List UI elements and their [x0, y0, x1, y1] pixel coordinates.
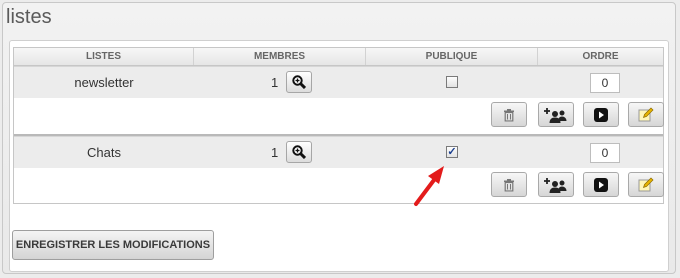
edit-icon — [638, 177, 654, 191]
play-button[interactable] — [583, 172, 619, 197]
play-button[interactable] — [583, 102, 619, 127]
header-lists: LISTES — [14, 48, 194, 65]
order-input[interactable]: 0 — [590, 143, 620, 163]
delete-button[interactable] — [491, 172, 527, 197]
row-actions — [14, 168, 664, 202]
page-title: listes — [6, 6, 52, 28]
trash-icon — [504, 178, 514, 191]
zoom-icon — [292, 75, 306, 89]
header-public: PUBLIQUE — [366, 48, 538, 65]
red-arrow-annotation — [414, 166, 444, 206]
lists-table: LISTES MEMBRES PUBLIQUE ORDRE newsletter… — [13, 47, 664, 204]
list-name: Chats — [87, 145, 121, 160]
public-checkbox[interactable] — [446, 76, 458, 88]
header-members: MEMBRES — [194, 48, 366, 65]
play-icon — [594, 107, 608, 122]
trash-icon — [504, 108, 514, 121]
table-row: newsletter 1 0 — [14, 66, 663, 98]
member-count: 1 — [271, 145, 279, 160]
member-count: 1 — [271, 75, 279, 90]
view-members-button[interactable] — [286, 141, 312, 163]
list-name: newsletter — [74, 75, 134, 90]
row-actions — [14, 98, 664, 132]
zoom-icon — [292, 145, 306, 159]
edit-button[interactable] — [628, 102, 664, 127]
edit-button[interactable] — [628, 172, 664, 197]
add-members-button[interactable] — [538, 102, 574, 127]
add-members-icon — [544, 177, 567, 193]
header-order: ORDRE — [582, 51, 619, 62]
delete-button[interactable] — [491, 102, 527, 127]
order-input[interactable]: 0 — [590, 73, 620, 93]
public-checkbox[interactable]: ✓ — [446, 146, 458, 158]
table-row: Chats 1 ✓ 0 — [14, 136, 663, 168]
add-members-icon — [544, 107, 567, 123]
play-icon — [594, 177, 608, 192]
add-members-button[interactable] — [538, 172, 574, 197]
table-header: LISTES MEMBRES PUBLIQUE ORDRE — [14, 48, 663, 66]
edit-icon — [638, 107, 654, 121]
save-changes-button[interactable]: ENREGISTRER LES MODIFICATIONS — [12, 230, 214, 260]
view-members-button[interactable] — [286, 71, 312, 93]
